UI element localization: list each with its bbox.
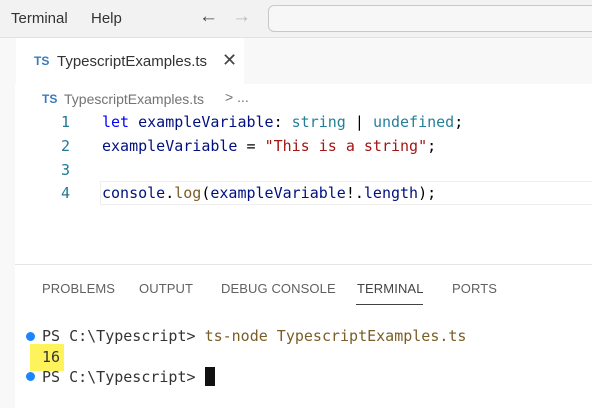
tab-typescript-examples[interactable]: TS TypescriptExamples.ts ✕ bbox=[16, 38, 244, 84]
code-token: "This is a string" bbox=[264, 137, 428, 155]
code-token: !. bbox=[345, 184, 364, 202]
code-token: = bbox=[237, 137, 265, 155]
close-icon[interactable]: ✕ bbox=[222, 50, 237, 70]
panel-divider bbox=[15, 264, 592, 265]
code-line-3: 3 bbox=[0, 158, 592, 182]
terminal-line-prompt[interactable]: PS C:\Typescript> bbox=[42, 366, 215, 388]
typescript-file-icon: TS bbox=[42, 92, 58, 106]
command-status-dot-icon[interactable] bbox=[26, 332, 35, 341]
breadcrumb-more[interactable]: > ... bbox=[225, 89, 249, 105]
code-token: ; bbox=[454, 113, 464, 131]
code-line-4: 4 console.log(exampleVariable!.length); bbox=[0, 181, 592, 205]
command-center-search[interactable] bbox=[268, 5, 592, 32]
line-number: 3 bbox=[60, 161, 70, 179]
terminal-line-command: PS C:\Typescript> ts-node TypescriptExam… bbox=[42, 325, 466, 347]
line-number: 2 bbox=[60, 137, 70, 155]
title-bar: Terminal Help ← → bbox=[0, 0, 592, 38]
tab-terminal[interactable]: TERMINAL bbox=[357, 281, 424, 296]
code-token: let bbox=[102, 113, 130, 131]
terminal-cursor bbox=[204, 367, 215, 386]
line-number: 1 bbox=[60, 113, 70, 131]
active-tab-indicator bbox=[356, 304, 423, 305]
terminal-command: ts-node TypescriptExamples.ts bbox=[204, 327, 467, 345]
terminal-prompt: PS C:\Typescript> bbox=[42, 327, 205, 345]
command-status-dot-icon[interactable] bbox=[26, 372, 35, 381]
line-number: 4 bbox=[60, 184, 70, 202]
tab-problems[interactable]: PROBLEMS bbox=[42, 281, 115, 296]
code-token: ; bbox=[427, 137, 437, 155]
code-token: exampleVariable bbox=[210, 184, 346, 202]
code-token: undefined bbox=[372, 113, 455, 131]
menu-help[interactable]: Help bbox=[91, 10, 122, 27]
code-token: exampleVariable bbox=[138, 113, 274, 131]
code-token: exampleVariable bbox=[102, 137, 238, 155]
breadcrumb-file[interactable]: TypescriptExamples.ts bbox=[64, 91, 204, 107]
code-text: exampleVariable = "This is a string"; bbox=[102, 134, 436, 158]
code-token: : bbox=[273, 113, 292, 131]
forward-arrow-icon[interactable]: → bbox=[232, 7, 251, 27]
code-token: console bbox=[102, 184, 166, 202]
code-token: string bbox=[291, 113, 346, 131]
code-token: log bbox=[174, 184, 202, 202]
tab-debug-console[interactable]: DEBUG CONSOLE bbox=[221, 281, 336, 296]
back-arrow-icon[interactable]: ← bbox=[199, 7, 218, 27]
code-token: | bbox=[345, 113, 373, 131]
tab-label: TypescriptExamples.ts bbox=[57, 53, 208, 70]
terminal-prompt: PS C:\Typescript> bbox=[42, 368, 205, 386]
code-line-1: 1 let exampleVariable: string | undefine… bbox=[0, 110, 592, 134]
left-gutter-strip bbox=[0, 38, 15, 408]
code-token: ); bbox=[418, 184, 437, 202]
typescript-file-icon: TS bbox=[34, 54, 50, 68]
code-token: . bbox=[165, 184, 175, 202]
tab-ports[interactable]: PORTS bbox=[452, 281, 497, 296]
code-text: console.log(exampleVariable!.length); bbox=[102, 181, 436, 205]
menu-terminal[interactable]: Terminal bbox=[11, 10, 68, 27]
tab-output[interactable]: OUTPUT bbox=[139, 281, 193, 296]
code-text: let exampleVariable: string | undefined; bbox=[102, 110, 463, 134]
terminal-output: 16 bbox=[42, 348, 61, 366]
code-line-2: 2 exampleVariable = "This is a string"; bbox=[0, 134, 592, 158]
code-token: length bbox=[363, 184, 419, 202]
